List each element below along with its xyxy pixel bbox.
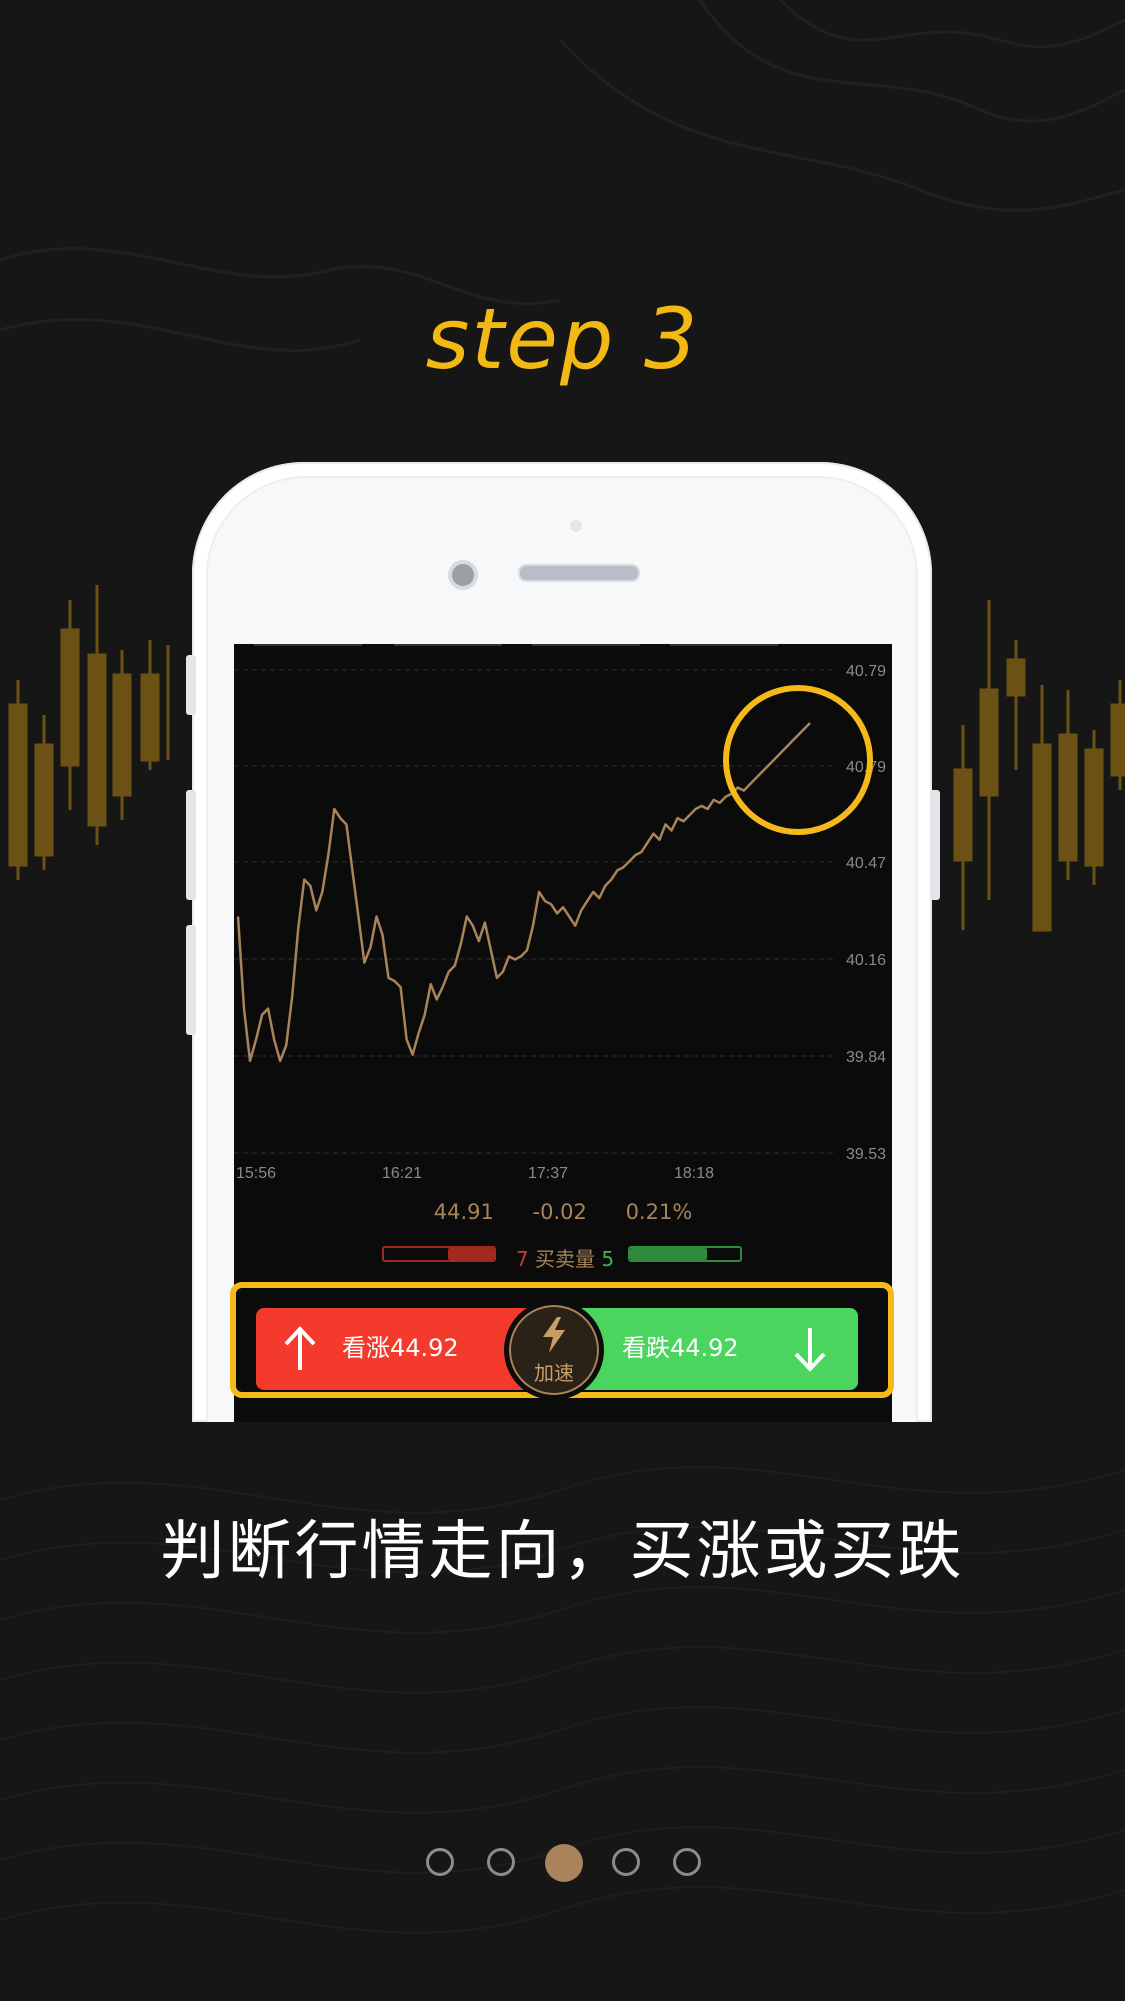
chart-x-tick-label: 17:37 <box>528 1165 568 1182</box>
chart-y-tick-label: 39.53 <box>846 1146 886 1163</box>
chart-price-line <box>236 722 811 1063</box>
price-chart[interactable]: 40.7940.7940.4740.1639.8439.5315:56 16:21… <box>234 644 892 1184</box>
chart-x-tick-label: 18:18 <box>674 1165 714 1182</box>
trade-panel: 看涨44.92 看跌44.92 加速 <box>230 1282 894 1400</box>
quote-row: 44.91 -0.02 0.21% <box>234 1200 892 1224</box>
accelerate-button[interactable]: 加速 <box>504 1300 604 1400</box>
arrow-down-icon <box>794 1328 826 1372</box>
accelerate-label: 加速 <box>534 1361 574 1385</box>
phone-side-button-volume-down <box>186 925 196 1035</box>
chart-y-tick-label: 40.47 <box>846 855 886 872</box>
page-dot-5[interactable] <box>673 1848 701 1876</box>
buy-count: 7 <box>515 1247 529 1271</box>
arrow-up-icon <box>284 1326 316 1370</box>
buy-down-label: 看跌44.92 <box>622 1334 739 1362</box>
phone-side-button-volume-up <box>186 790 196 900</box>
quote-price: 44.91 <box>433 1200 494 1224</box>
buy-volume-bar <box>382 1246 496 1262</box>
quote-percent: 0.21% <box>625 1200 693 1224</box>
buy-up-label: 看涨44.92 <box>342 1334 459 1362</box>
chart-y-tick-label: 40.79 <box>846 663 886 680</box>
sell-count: 5 <box>601 1247 615 1271</box>
page-dot-2[interactable] <box>487 1848 515 1876</box>
sell-volume-fill <box>630 1248 707 1260</box>
quote-change: -0.02 <box>532 1200 587 1224</box>
step-title: step 3 <box>425 290 700 388</box>
phone-side-button-mute <box>186 655 196 715</box>
chart-y-tick-label: 40.16 <box>846 952 886 969</box>
lightning-icon <box>543 1317 565 1353</box>
volume-title: 买卖量 <box>535 1247 595 1271</box>
chart-x-tick-label: 16:21 <box>382 1165 422 1182</box>
front-camera <box>448 560 478 590</box>
phone-side-button-power <box>930 790 940 900</box>
speaker-grille <box>518 564 640 582</box>
page-dot-3-active[interactable] <box>545 1844 583 1882</box>
pagination-dots <box>0 1844 1125 1884</box>
page-dot-1[interactable] <box>426 1848 454 1876</box>
page-dot-4[interactable] <box>612 1848 640 1876</box>
chart-y-tick-label: 39.84 <box>846 1049 886 1066</box>
chart-x-tick-label: 15:56 <box>236 1165 276 1182</box>
slogan: 判断行情走向，买涨或买跌 <box>160 1515 965 1589</box>
sensor <box>570 520 582 532</box>
sell-volume-bar <box>628 1246 742 1262</box>
volume-label: 7 买卖量 5 <box>510 1243 620 1272</box>
buy-volume-fill <box>447 1248 494 1260</box>
